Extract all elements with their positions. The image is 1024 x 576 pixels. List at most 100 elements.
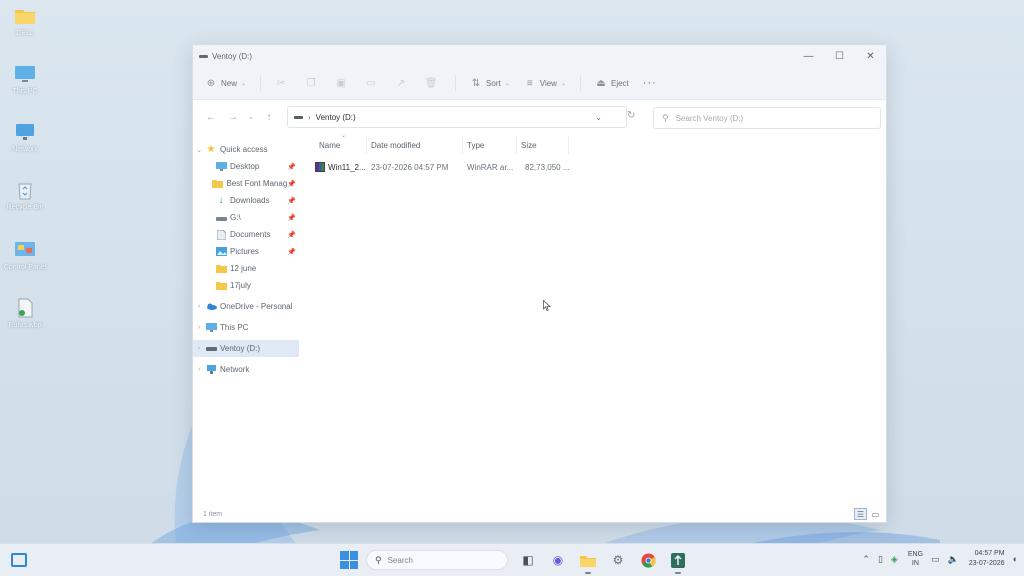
widgets-button[interactable]	[11, 553, 27, 567]
chat-button[interactable]: ◉	[546, 549, 570, 571]
cloud-icon	[205, 302, 217, 312]
nav-ventoy-drive[interactable]: › Ventoy (D:)	[193, 340, 299, 357]
chevron-right-icon[interactable]: ›	[193, 324, 205, 331]
file-type: WinRAR ar...	[467, 162, 514, 172]
settings-taskbar-button[interactable]: ⚙	[606, 549, 630, 571]
nav-item-documents[interactable]: Documents 📌	[193, 226, 299, 243]
rename-button[interactable]: ▭	[365, 77, 381, 89]
sort-button[interactable]: ⇅ Sort ⌄	[470, 77, 510, 89]
arrow-right-icon: →	[228, 111, 238, 123]
details-view-button[interactable]: ☰	[854, 508, 867, 520]
desktop-icon-recycle-bin[interactable]: Recycle Bin	[0, 180, 50, 211]
nav-item-g-drive[interactable]: G:\ 📌	[193, 209, 299, 226]
nav-this-pc[interactable]: › This PC	[193, 319, 299, 336]
start-button[interactable]	[340, 551, 358, 569]
column-header-type[interactable]: Type	[463, 136, 517, 154]
monitor-icon[interactable]: ▭	[931, 554, 940, 565]
nav-label: Quick access	[220, 145, 268, 154]
trash-icon: 🗑	[424, 77, 438, 89]
forward-button[interactable]: →	[223, 107, 243, 127]
language-indicator[interactable]: ENG IN	[908, 550, 923, 568]
chevron-right-icon[interactable]: ›	[193, 345, 205, 352]
address-bar[interactable]: › Ventoy (D:) ⌄	[287, 106, 627, 128]
nav-item-best-font-manager[interactable]: Best Font Manag 📌	[193, 175, 299, 192]
folder-icon	[215, 281, 227, 291]
chevron-right-icon[interactable]: ›	[193, 366, 205, 373]
share-icon: ↗	[396, 77, 406, 89]
tiles-view-button[interactable]: ▭	[869, 508, 882, 520]
security-icon[interactable]: ◈	[891, 554, 898, 565]
drive-icon	[205, 344, 217, 354]
breadcrumb[interactable]: Ventoy (D:)	[316, 113, 356, 122]
title-bar[interactable]: Ventoy (D:) — ☐ ✕	[193, 45, 886, 67]
chevron-up-icon[interactable]: ⌃	[862, 554, 870, 565]
nav-item-17july[interactable]: 17july	[193, 277, 299, 294]
file-explorer-taskbar-button[interactable]	[576, 549, 600, 574]
column-header-name[interactable]: Name	[315, 136, 367, 154]
close-button[interactable]: ✕	[855, 45, 886, 67]
nav-quick-access[interactable]: ⌄ ★ Quick access	[193, 141, 299, 158]
file-name: Win11_2...	[328, 162, 366, 172]
minimize-button[interactable]: —	[793, 45, 824, 67]
back-button[interactable]: ←	[201, 107, 221, 127]
chevron-right-icon[interactable]: ›	[193, 303, 205, 310]
view-button[interactable]: ≡ View ⌄	[524, 77, 566, 89]
desktop-icon-rufus[interactable]: Rufus.wbp	[0, 298, 50, 329]
delete-button[interactable]: 🗑	[425, 77, 441, 89]
taskbar: ⚲ Search ◧ ◉ ⚙ ⌃ ▯ ◈ ENG IN ▭ 🔈 04:57 PM…	[0, 543, 1024, 576]
new-button[interactable]: ⊕ New ⌄	[205, 77, 246, 89]
recent-locations-button[interactable]: ⌄	[245, 107, 257, 127]
maximize-button[interactable]: ☐	[824, 45, 855, 67]
refresh-icon: ↻	[627, 110, 636, 121]
window-title: Ventoy (D:)	[212, 51, 253, 61]
nav-network[interactable]: › Network	[193, 361, 299, 378]
file-row[interactable]: Win11_2... 23-07-2026 04:57 PM WinRAR ar…	[311, 158, 886, 176]
rufus-taskbar-button[interactable]	[666, 549, 690, 574]
column-header-size[interactable]: Size	[517, 136, 569, 154]
usb-icon[interactable]: ▯	[878, 554, 883, 565]
download-icon: ↓	[218, 195, 224, 206]
copy-button[interactable]: ❐	[305, 77, 321, 89]
column-header-date-modified[interactable]: Date modified	[367, 136, 463, 154]
nav-onedrive[interactable]: › OneDrive - Personal	[193, 298, 299, 315]
chevron-down-icon[interactable]: ⌄	[595, 113, 602, 122]
nav-item-downloads[interactable]: ↓ Downloads 📌	[193, 192, 299, 209]
star-icon: ★	[206, 144, 216, 155]
nav-item-12-june[interactable]: 12 june	[193, 260, 299, 277]
pin-icon: 📌	[287, 231, 296, 239]
nav-item-desktop[interactable]: Desktop 📌	[193, 158, 299, 175]
desktop-icon	[215, 162, 227, 172]
notifications-icon[interactable]: ◐	[1013, 554, 1018, 564]
paste-icon: ▣	[336, 77, 346, 89]
nav-label: G:\	[230, 213, 241, 222]
command-bar: ⊕ New ⌄ ✂ ❐ ▣ ▭ ↗ 🗑 ⇅ Sort ⌄ ≡ View ⌄ ⏏ …	[193, 67, 886, 100]
nav-label: 17july	[230, 281, 251, 290]
desktop-icon-dell[interactable]: DELL	[0, 6, 50, 37]
clock[interactable]: 04:57 PM 23-07-2026	[969, 549, 1005, 569]
nav-item-pictures[interactable]: Pictures 📌	[193, 243, 299, 260]
volume-icon[interactable]: 🔈	[948, 554, 959, 565]
more-options-button[interactable]: ···	[643, 77, 657, 89]
cut-button[interactable]: ✂	[275, 77, 291, 89]
desktop-icon-this-pc[interactable]: This PC	[0, 64, 50, 95]
desktop-icon-network[interactable]: Network	[0, 122, 50, 153]
view-list-icon: ≡	[526, 77, 533, 89]
search-input[interactable]: ⚲ Search Ventoy (D:)	[653, 107, 881, 129]
share-button[interactable]: ↗	[395, 77, 411, 89]
refresh-button[interactable]: ↻	[627, 110, 635, 121]
chrome-taskbar-button[interactable]	[636, 549, 660, 571]
chevron-down-icon[interactable]: ⌄	[193, 146, 205, 154]
eject-button[interactable]: ⏏ Eject	[595, 77, 629, 89]
taskbar-search[interactable]: ⚲ Search	[366, 550, 508, 570]
desktop-icon-control-panel[interactable]: Control Panel	[0, 240, 50, 271]
nav-label: This PC	[220, 323, 249, 332]
paste-button[interactable]: ▣	[335, 77, 351, 89]
up-button[interactable]: ↑	[259, 107, 279, 127]
column-label: Name	[319, 140, 341, 150]
eject-label: Eject	[610, 78, 629, 88]
control-panel-icon	[15, 242, 35, 256]
rename-icon: ▭	[366, 77, 376, 89]
task-view-button[interactable]: ◧	[516, 549, 540, 571]
new-label: New	[221, 78, 238, 88]
divider	[455, 75, 457, 91]
